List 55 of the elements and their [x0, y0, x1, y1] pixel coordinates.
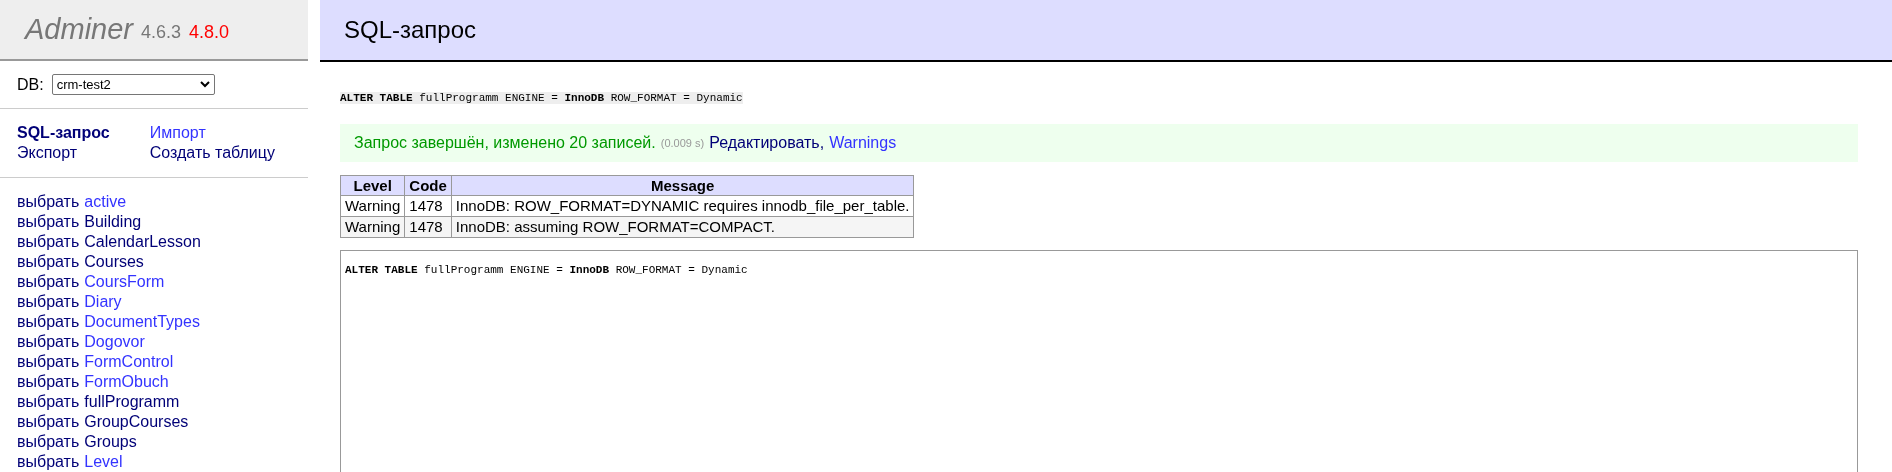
select-link[interactable]: выбрать — [17, 192, 80, 212]
table-cell: Warning — [340, 216, 405, 238]
sql-editor[interactable]: ALTER TABLE fullProgramm ENGINE = InnoDB ROW_FORMAT = Dynamic — [340, 250, 1858, 472]
chevron-down-icon — [199, 81, 210, 89]
table-cell: 1478 — [404, 216, 452, 238]
select-link[interactable]: выбрать — [17, 392, 80, 412]
nav-link[interactable]: Экспорт — [17, 143, 110, 163]
nav-link[interactable]: Создать таблицу — [149, 143, 275, 163]
table-cell: InnoDB: ROW_FORMAT=DYNAMIC requires innodb_file_per_table. — [451, 195, 914, 217]
table-link[interactable]: Dogovor — [84, 332, 145, 352]
message-text: Запрос завершён, изменено 20 записей. — [354, 133, 656, 153]
select-link[interactable]: выбрать — [17, 212, 80, 232]
table-link[interactable]: DocumentTypes — [84, 312, 200, 332]
table-link[interactable]: Courses — [84, 252, 144, 272]
select-link[interactable]: выбрать — [17, 352, 80, 372]
page-title: SQL-запрос — [344, 15, 477, 45]
table-link[interactable]: FormControl — [84, 352, 174, 372]
table-link[interactable]: Level — [84, 452, 123, 472]
table-link[interactable]: CalendarLesson — [84, 232, 201, 252]
app-logo[interactable]: Adminer — [25, 15, 133, 45]
table-link[interactable]: fullProgramm — [84, 392, 180, 412]
version-label: 4.6.3 — [141, 21, 182, 45]
column-header: Code — [404, 175, 452, 196]
nav-link[interactable]: Импорт — [149, 123, 275, 143]
message-link[interactable]: Редактировать — [709, 131, 820, 155]
editor-text: ALTER TABLE fullProgramm ENGINE = InnoDB ROW_FORMAT = Dynamic — [345, 264, 748, 276]
table-cell: 1478 — [404, 195, 452, 217]
select-link[interactable]: выбрать — [17, 232, 80, 252]
table-link[interactable]: GroupCourses — [84, 412, 189, 432]
column-header: Message — [451, 175, 914, 196]
sql-query: ALTER TABLE fullProgramm ENGINE = InnoDB ROW_FORMAT = Dynamic — [340, 92, 743, 104]
table-link[interactable]: Groups — [84, 432, 137, 452]
select-link[interactable]: выбрать — [17, 372, 80, 392]
select-link[interactable]: выбрать — [17, 452, 80, 472]
query-time: (0.009 s) — [660, 135, 705, 151]
table-cell: Warning — [340, 195, 405, 217]
table-link[interactable]: Diary — [84, 292, 122, 312]
select-link[interactable]: выбрать — [17, 272, 80, 292]
table-link[interactable]: Building — [84, 212, 142, 232]
column-header: Level — [340, 175, 405, 196]
table-cell: InnoDB: assuming ROW_FORMAT=COMPACT. — [451, 216, 914, 238]
db-select[interactable]: crm-test2 — [51, 74, 215, 96]
select-link[interactable]: выбрать — [17, 412, 80, 432]
nav-link[interactable]: SQL-запрос — [17, 123, 110, 143]
select-link[interactable]: выбрать — [17, 292, 80, 312]
table-link[interactable]: CoursForm — [84, 272, 165, 292]
select-link[interactable]: выбрать — [17, 252, 80, 272]
separator: , — [819, 133, 825, 153]
select-link[interactable]: выбрать — [17, 432, 80, 452]
message-link[interactable]: Warnings — [829, 131, 897, 155]
select-link[interactable]: выбрать — [17, 312, 80, 332]
db-label: DB: — [17, 74, 44, 95]
table-link[interactable]: FormObuch — [84, 372, 169, 392]
table-link[interactable]: active — [84, 192, 127, 212]
select-link[interactable]: выбрать — [17, 332, 80, 352]
